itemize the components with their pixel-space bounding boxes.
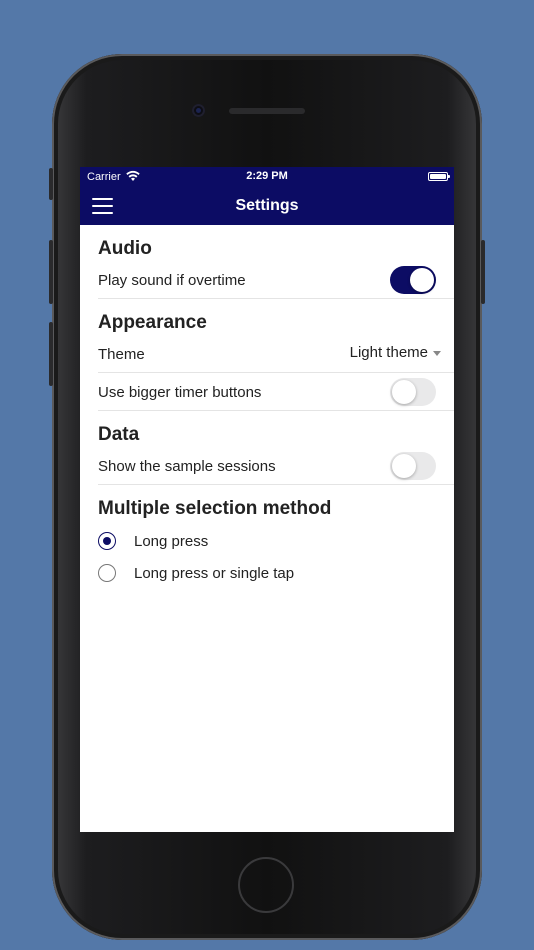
sample-sessions-toggle[interactable] [390,452,436,480]
setting-row-play-sound: Play sound if overtime [98,261,454,299]
setting-row-sample-sessions: Show the sample sessions [98,447,454,485]
caret-down-icon [433,351,441,356]
nav-bar: Settings [80,187,454,225]
sample-sessions-label: Show the sample sessions [98,457,276,475]
radio-option-long-press-or-tap[interactable]: Long press or single tap [98,557,436,589]
theme-label: Theme [98,345,145,363]
section-title-selection: Multiple selection method [98,498,332,519]
power-button [481,240,485,304]
radio-option-long-press[interactable]: Long press [98,525,436,557]
volume-down-button [49,322,53,386]
earpiece-speaker [229,108,305,114]
settings-list: Audio Play sound if overtime Appearance … [80,225,454,589]
radio-label-long-press: Long press [134,532,209,550]
home-button[interactable] [238,857,294,913]
battery-icon [428,172,450,181]
status-bar: Carrier 2:29 PM [80,167,454,187]
mute-switch [49,168,53,200]
radio-button-unchecked[interactable] [98,564,116,582]
status-time: 2:29 PM [246,170,288,182]
page-title: Settings [235,197,299,214]
app-screen: Carrier 2:29 PM Settings Audio Play soun… [80,167,454,832]
setting-row-theme: Theme Light theme [98,335,454,373]
radio-button-checked[interactable] [98,532,116,550]
section-title-audio: Audio [98,238,152,259]
front-camera [192,104,205,117]
theme-dropdown[interactable]: Light theme [350,344,441,361]
bigger-buttons-toggle[interactable] [390,378,436,406]
section-title-appearance: Appearance [98,312,207,333]
section-title-data: Data [98,424,140,445]
setting-row-bigger-buttons: Use bigger timer buttons [98,373,454,411]
theme-value: Light theme [349,344,428,361]
volume-up-button [49,240,53,304]
play-sound-label: Play sound if overtime [98,271,246,289]
bigger-buttons-label: Use bigger timer buttons [98,383,262,401]
play-sound-toggle[interactable] [390,266,436,294]
radio-label-long-press-or-tap: Long press or single tap [134,564,295,582]
